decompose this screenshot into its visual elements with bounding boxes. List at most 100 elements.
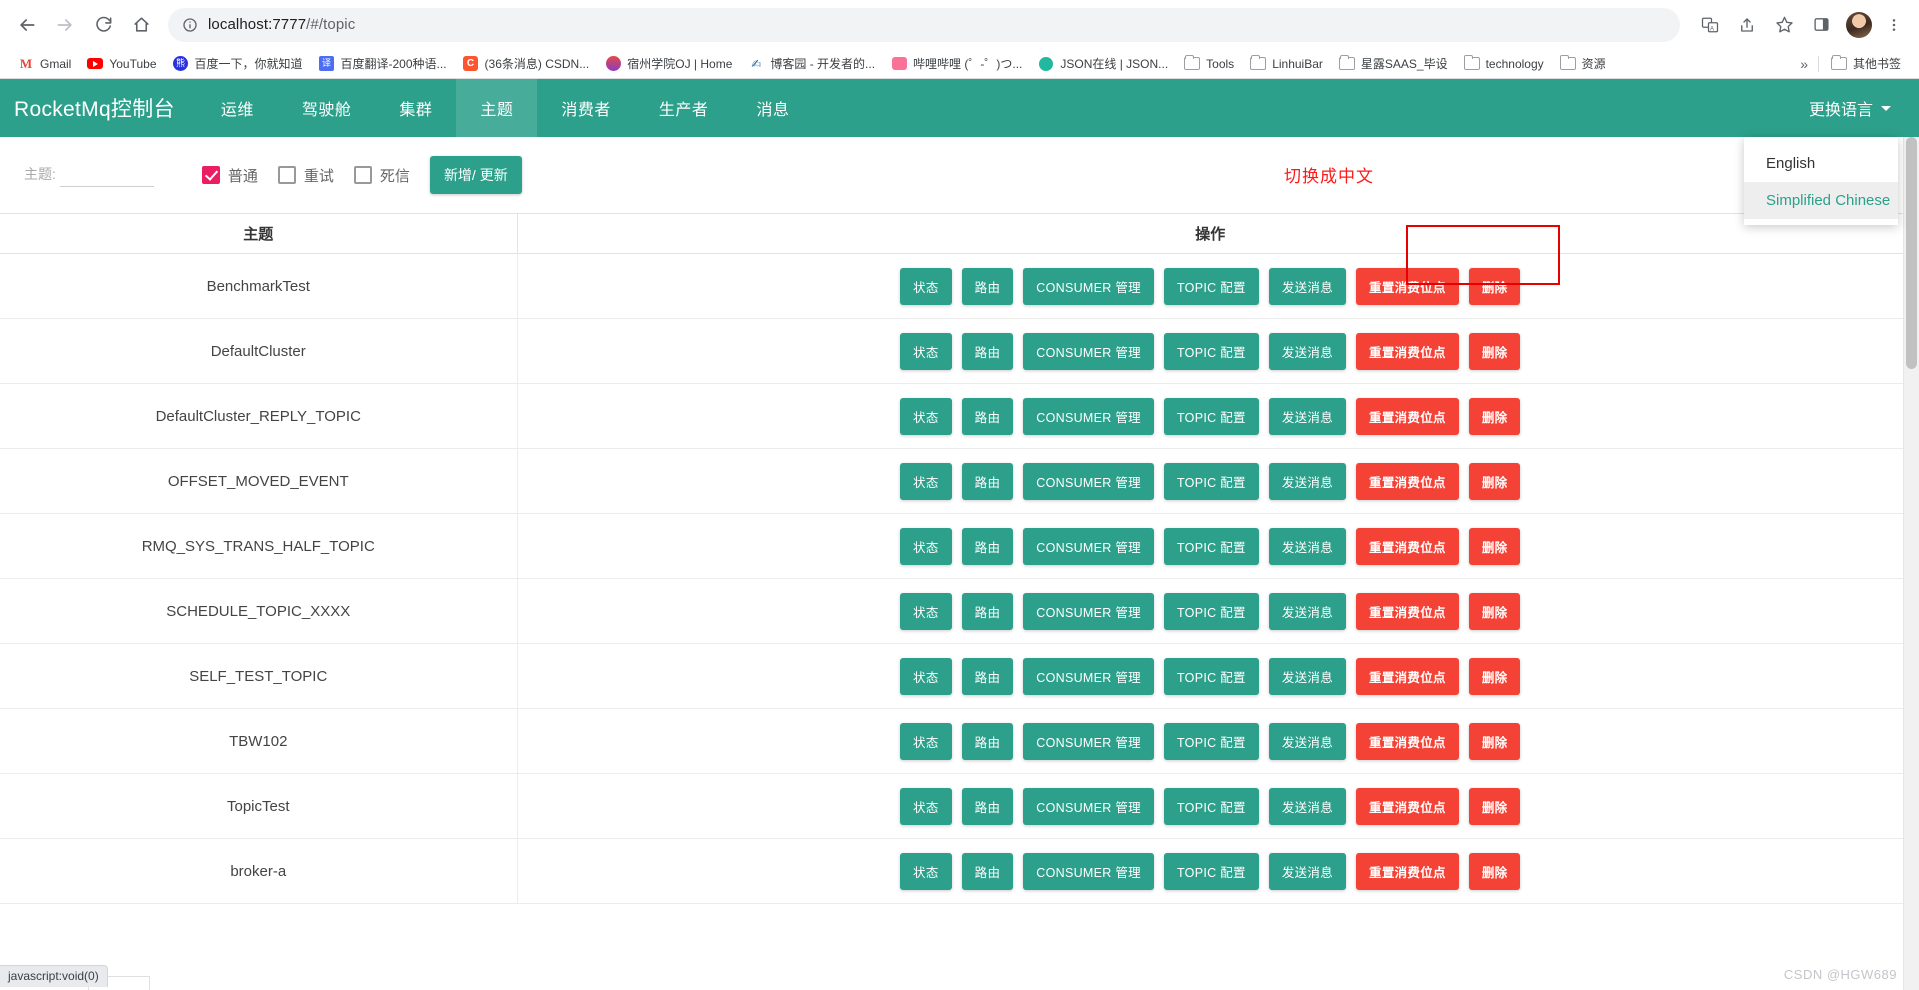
nav-tab-2[interactable]: 集群 <box>375 79 456 137</box>
action-button-5[interactable]: 重置消费位点 <box>1356 787 1459 825</box>
checkbox-group-0[interactable]: 普通 <box>201 165 258 186</box>
action-button-3[interactable]: TOPIC 配置 <box>1163 267 1259 305</box>
action-button-0[interactable]: 状态 <box>900 657 952 695</box>
nav-tab-1[interactable]: 驾驶舱 <box>278 79 376 137</box>
action-button-5[interactable]: 重置消费位点 <box>1356 527 1459 565</box>
nav-tab-6[interactable]: 消息 <box>732 79 813 137</box>
action-button-0[interactable]: 状态 <box>900 267 952 305</box>
action-button-0[interactable]: 状态 <box>900 527 952 565</box>
action-button-5[interactable]: 重置消费位点 <box>1356 332 1459 370</box>
back-arrow-icon[interactable] <box>10 8 44 42</box>
other-bookmarks-folder[interactable]: 其他书签 <box>1823 52 1909 75</box>
action-button-2[interactable]: CONSUMER 管理 <box>1023 657 1154 695</box>
language-toggle[interactable]: 更换语言 <box>1809 96 1891 120</box>
search-input[interactable] <box>59 164 154 181</box>
action-button-3[interactable]: TOPIC 配置 <box>1163 657 1259 695</box>
action-button-1[interactable]: 路由 <box>961 722 1014 760</box>
action-button-5[interactable]: 重置消费位点 <box>1356 852 1459 890</box>
nav-tab-3[interactable]: 主题 <box>456 79 538 137</box>
nav-tab-0[interactable]: 运维 <box>197 79 278 137</box>
translate-icon[interactable]: A <box>1695 10 1725 40</box>
action-button-1[interactable]: 路由 <box>961 657 1014 695</box>
scrollbar-thumb[interactable] <box>1906 137 1917 369</box>
action-button-3[interactable]: TOPIC 配置 <box>1163 527 1259 565</box>
action-button-5[interactable]: 重置消费位点 <box>1356 657 1459 695</box>
action-button-6[interactable]: 删除 <box>1468 787 1521 825</box>
action-button-0[interactable]: 状态 <box>900 462 952 500</box>
action-button-1[interactable]: 路由 <box>961 592 1014 630</box>
action-button-2[interactable]: CONSUMER 管理 <box>1023 332 1154 370</box>
checkbox-0[interactable] <box>201 166 220 184</box>
action-button-6[interactable]: 删除 <box>1468 462 1521 500</box>
action-button-6[interactable]: 删除 <box>1468 527 1521 565</box>
action-button-2[interactable]: CONSUMER 管理 <box>1023 397 1154 435</box>
action-button-4[interactable]: 发送消息 <box>1268 592 1347 630</box>
action-button-0[interactable]: 状态 <box>900 722 952 760</box>
action-button-3[interactable]: TOPIC 配置 <box>1163 592 1259 630</box>
action-button-2[interactable]: CONSUMER 管理 <box>1023 787 1154 825</box>
address-bar[interactable]: localhost:7777/#/topic <box>168 7 1680 42</box>
nav-tab-4[interactable]: 消费者 <box>537 79 635 137</box>
side-panel-icon[interactable] <box>1806 10 1836 40</box>
action-button-4[interactable]: 发送消息 <box>1268 332 1347 370</box>
action-button-3[interactable]: TOPIC 配置 <box>1163 462 1259 500</box>
bookmarks-overflow-button[interactable]: » <box>1794 53 1814 75</box>
action-button-1[interactable]: 路由 <box>961 462 1014 500</box>
checkbox-2[interactable] <box>353 166 372 184</box>
action-button-4[interactable]: 发送消息 <box>1268 527 1347 565</box>
action-button-4[interactable]: 发送消息 <box>1268 397 1347 435</box>
forward-arrow-icon[interactable] <box>48 8 82 42</box>
action-button-0[interactable]: 状态 <box>900 592 952 630</box>
avatar[interactable] <box>1846 11 1872 38</box>
action-button-2[interactable]: CONSUMER 管理 <box>1023 527 1154 565</box>
action-button-6[interactable]: 删除 <box>1468 657 1521 695</box>
home-icon[interactable] <box>124 8 158 42</box>
bookmark-item[interactable]: 星露SAAS_毕设 <box>1331 52 1456 75</box>
action-button-2[interactable]: CONSUMER 管理 <box>1023 852 1154 890</box>
bookmark-item[interactable]: 熊百度一下，你就知道 <box>165 52 311 75</box>
action-button-0[interactable]: 状态 <box>900 787 952 825</box>
action-button-5[interactable]: 重置消费位点 <box>1356 397 1459 435</box>
action-button-6[interactable]: 删除 <box>1468 852 1521 890</box>
action-button-3[interactable]: TOPIC 配置 <box>1163 852 1259 890</box>
action-button-2[interactable]: CONSUMER 管理 <box>1023 592 1154 630</box>
action-button-4[interactable]: 发送消息 <box>1268 787 1347 825</box>
bookmark-item[interactable]: technology <box>1456 53 1552 75</box>
bookmark-item[interactable]: JSON在线 | JSON... <box>1030 52 1176 75</box>
action-button-6[interactable]: 删除 <box>1468 592 1521 630</box>
action-button-3[interactable]: TOPIC 配置 <box>1163 332 1259 370</box>
action-button-3[interactable]: TOPIC 配置 <box>1163 787 1259 825</box>
topic-filter-field[interactable] <box>59 164 154 187</box>
action-button-4[interactable]: 发送消息 <box>1268 852 1347 890</box>
action-button-2[interactable]: CONSUMER 管理 <box>1023 722 1154 760</box>
kebab-menu-icon[interactable] <box>1879 10 1909 40</box>
action-button-1[interactable]: 路由 <box>961 397 1014 435</box>
language-option-0[interactable]: English <box>1744 145 1898 182</box>
bookmark-item[interactable]: YouTube <box>79 53 164 75</box>
page-scrollbar[interactable] <box>1903 137 1919 990</box>
checkbox-group-1[interactable]: 重试 <box>277 165 334 186</box>
action-button-4[interactable]: 发送消息 <box>1268 722 1347 760</box>
bookmark-item[interactable]: 宿州学院OJ | Home <box>597 52 740 75</box>
action-button-5[interactable]: 重置消费位点 <box>1356 722 1459 760</box>
action-button-6[interactable]: 删除 <box>1468 267 1521 305</box>
bookmark-item[interactable]: C (36条消息) CSDN... <box>455 52 598 75</box>
action-button-5[interactable]: 重置消费位点 <box>1356 592 1459 630</box>
star-icon[interactable] <box>1769 10 1799 40</box>
bookmark-item[interactable]: Tools <box>1176 53 1242 75</box>
checkbox-group-2[interactable]: 死信 <box>353 165 410 186</box>
language-option-1[interactable]: Simplified Chinese <box>1744 182 1898 219</box>
action-button-4[interactable]: 发送消息 <box>1268 657 1347 695</box>
reload-icon[interactable] <box>86 8 120 42</box>
action-button-1[interactable]: 路由 <box>961 852 1014 890</box>
action-button-4[interactable]: 发送消息 <box>1268 462 1347 500</box>
action-button-2[interactable]: CONSUMER 管理 <box>1023 267 1154 305</box>
action-button-4[interactable]: 发送消息 <box>1268 267 1347 305</box>
action-button-1[interactable]: 路由 <box>961 527 1014 565</box>
nav-tab-5[interactable]: 生产者 <box>635 79 733 137</box>
action-button-0[interactable]: 状态 <box>900 397 952 435</box>
bookmark-item[interactable]: 哔哩哔哩 (゜-゜)つ... <box>883 52 1030 75</box>
bookmark-item[interactable]: 译百度翻译-200种语... <box>311 52 455 75</box>
action-button-5[interactable]: 重置消费位点 <box>1356 267 1459 305</box>
site-info-icon[interactable] <box>182 17 198 33</box>
